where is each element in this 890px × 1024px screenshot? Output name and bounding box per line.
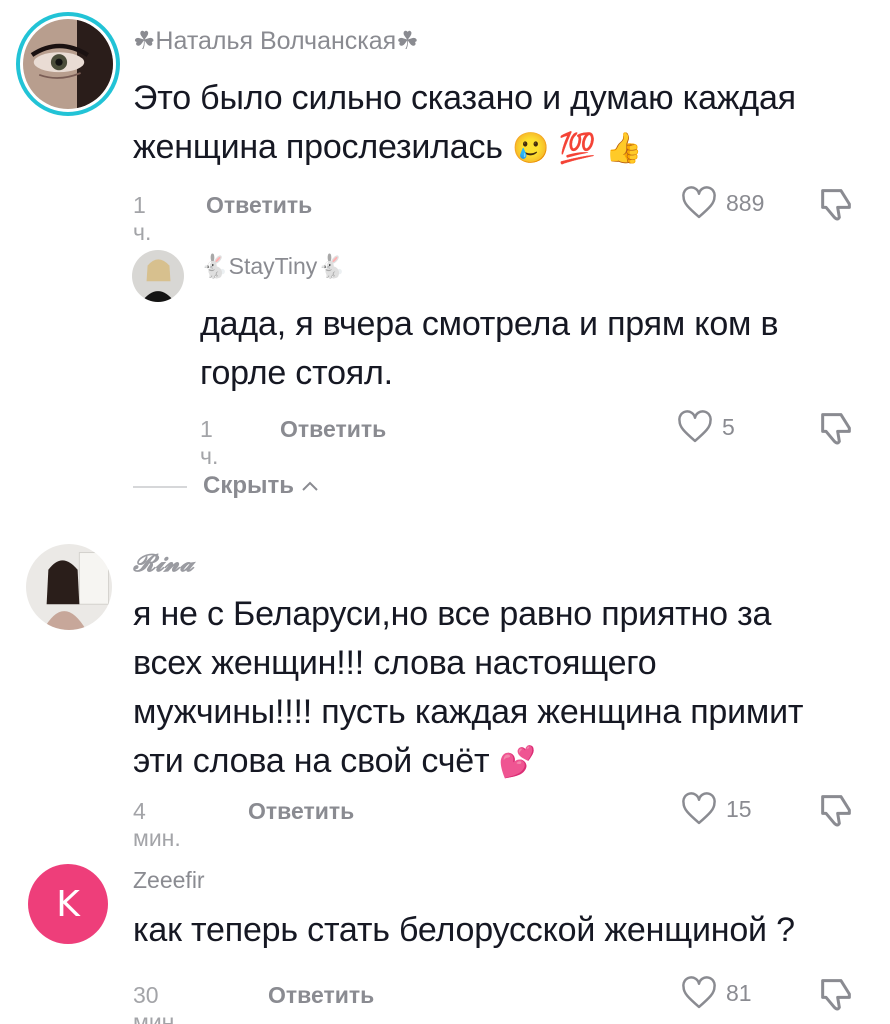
reply-button[interactable]: Ответить [206, 192, 312, 219]
reply-button[interactable]: Ответить [268, 982, 374, 1009]
thumbs-down-icon [821, 413, 851, 445]
dislike-button[interactable] [816, 974, 856, 1019]
hide-replies-label: Скрыть [203, 472, 295, 499]
avatar-photo [26, 544, 112, 630]
comment-text: как теперь стать белорусской женщиной ? [133, 911, 795, 949]
thumbs-down-icon [821, 979, 851, 1011]
timestamp: 1 ч. [200, 416, 219, 469]
like-button[interactable]: 5 [676, 410, 735, 444]
heart-outline-icon [682, 186, 716, 219]
username[interactable]: Zeeefir [133, 867, 205, 894]
reply-button[interactable]: Ответить [280, 416, 386, 443]
heart-outline-icon [678, 410, 712, 443]
dislike-button[interactable] [816, 408, 856, 453]
avatar-photo [132, 250, 184, 302]
timestamp: 1 ч. [133, 192, 152, 245]
chevron-up-icon [302, 481, 318, 491]
username[interactable]: 𝓡𝓲𝓷𝓪 [133, 548, 194, 577]
avatar-eye-photo [23, 19, 113, 109]
username[interactable]: 🐇StayTiny🐇 [200, 253, 346, 280]
like-count: 5 [722, 413, 735, 440]
like-count: 15 [726, 795, 752, 822]
thumbs-down-icon [821, 189, 851, 221]
username[interactable]: ☘Наталья Волчанская☘ [133, 26, 419, 56]
dislike-button[interactable] [816, 184, 856, 229]
comment-text: Это было сильно сказано и думаю каждая ж… [133, 79, 796, 166]
dislike-button[interactable] [816, 790, 856, 835]
like-count: 81 [726, 979, 752, 1006]
thumbs-down-icon [821, 795, 851, 827]
avatar[interactable] [16, 12, 120, 116]
avatar-letter[interactable]: K [28, 864, 108, 944]
like-button[interactable]: 81 [680, 976, 752, 1010]
reply-button[interactable]: Ответить [248, 798, 354, 825]
comment-text: я не с Беларуси,но все равно приятно за … [133, 595, 804, 780]
timestamp: 4 мин. [133, 798, 181, 851]
comment-text: дада, я вчера смотрела и прям ком в горл… [200, 305, 779, 392]
timestamp: 30 мин. [133, 982, 181, 1024]
emoji-group: 🥲 💯 👍 [512, 131, 643, 166]
avatar[interactable] [132, 250, 184, 302]
like-button[interactable]: 15 [680, 792, 752, 826]
hide-replies-button[interactable]: Скрыть [203, 472, 320, 500]
heart-outline-icon [682, 976, 716, 1009]
heart-outline-icon [682, 792, 716, 825]
two-hearts-emoji: 💕 [498, 745, 536, 780]
avatar[interactable] [26, 544, 112, 630]
like-button[interactable]: 889 [680, 186, 764, 220]
like-count: 889 [726, 189, 765, 216]
avatar-initial: K [56, 883, 80, 925]
divider [133, 486, 187, 488]
